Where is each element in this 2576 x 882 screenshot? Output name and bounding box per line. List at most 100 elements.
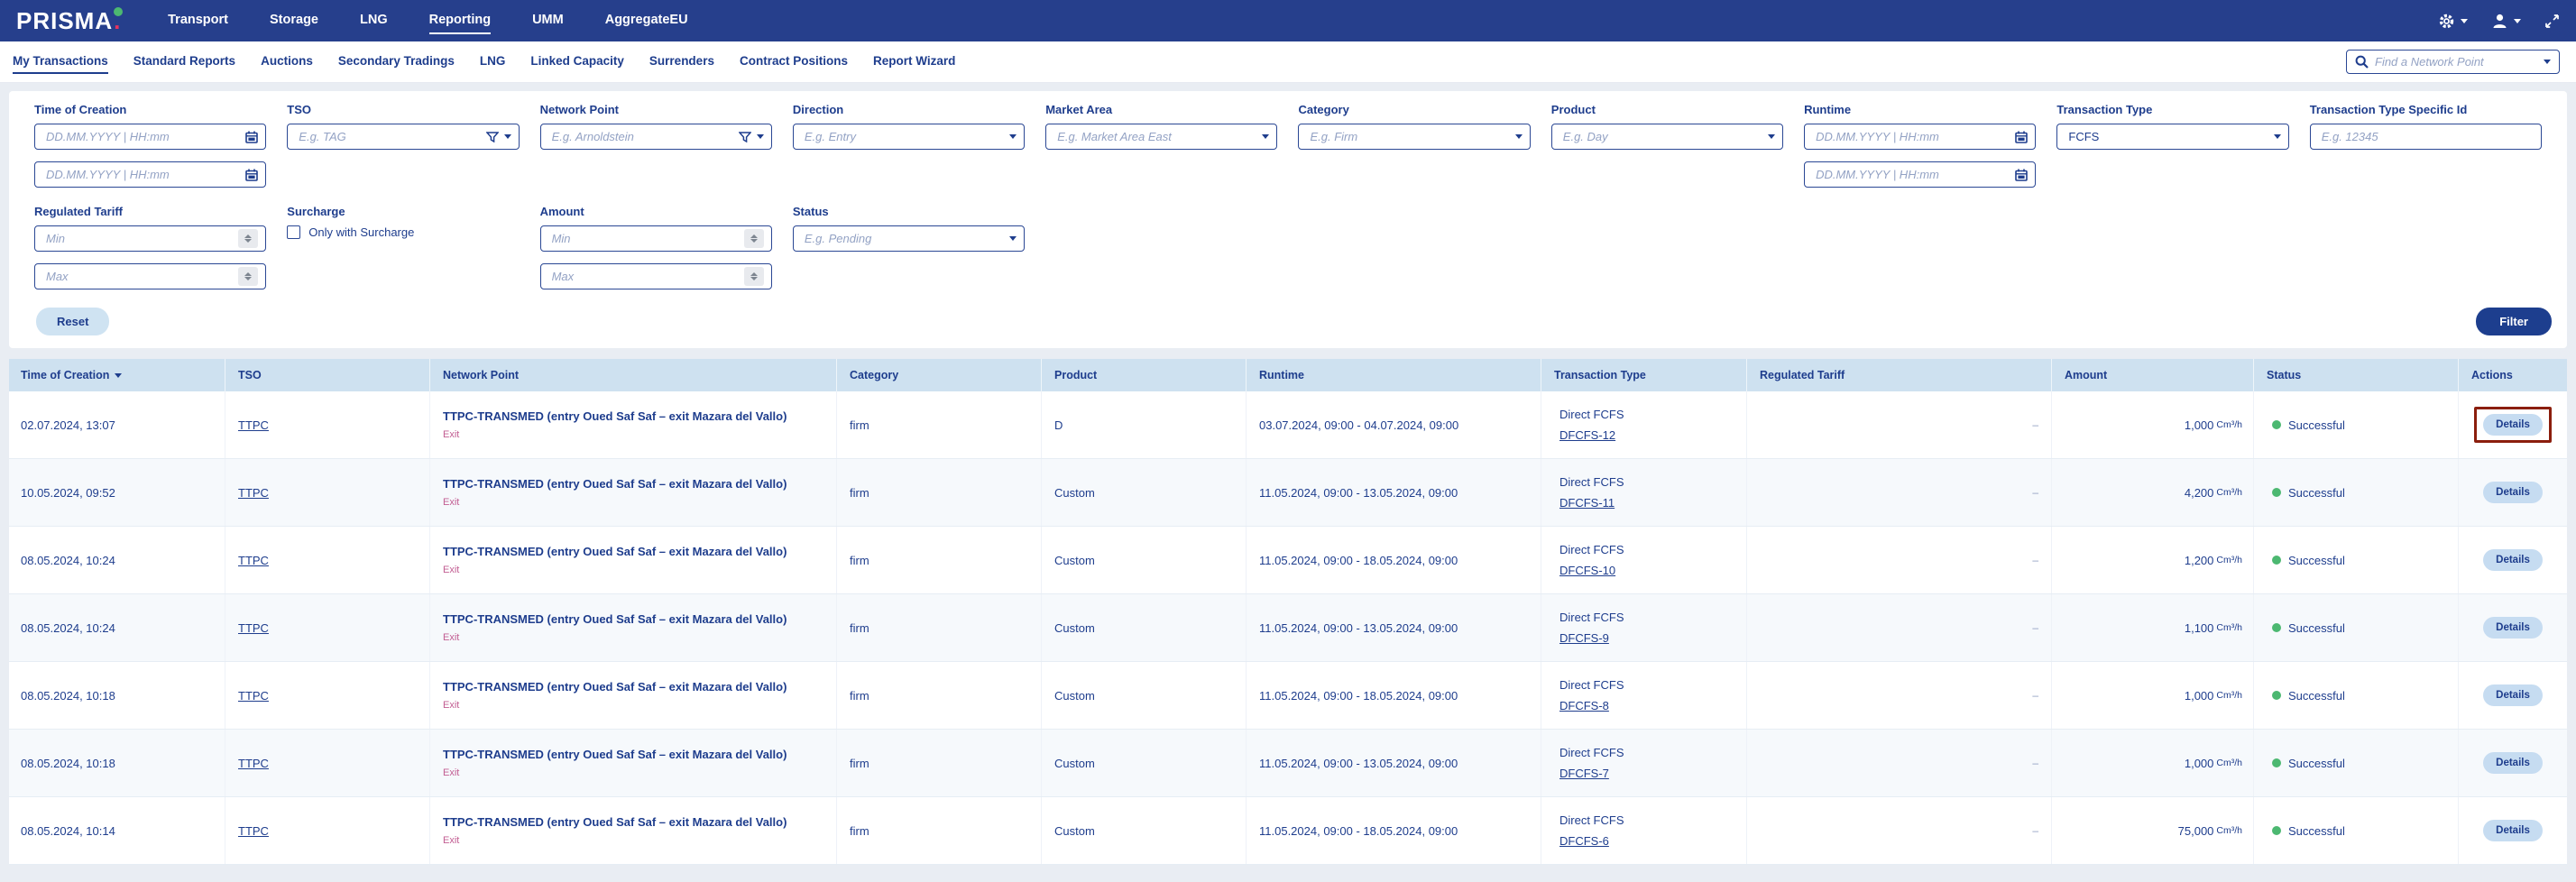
- time-of-creation-to-field[interactable]: [34, 161, 267, 188]
- transaction-id-link[interactable]: DFCFS-6: [1559, 834, 1609, 848]
- direction-select[interactable]: [792, 124, 1026, 150]
- search-input[interactable]: [2375, 55, 2537, 69]
- chevron-down-icon[interactable]: [1514, 134, 1523, 139]
- transaction-type-specific-id-field[interactable]: [2309, 124, 2542, 150]
- col-runtime[interactable]: Runtime: [1247, 359, 1541, 391]
- network-point-input[interactable]: [551, 130, 733, 143]
- chevron-down-icon[interactable]: [2544, 60, 2551, 64]
- subnav-linked-capacity[interactable]: Linked Capacity: [530, 50, 624, 74]
- reset-button[interactable]: Reset: [36, 308, 110, 335]
- number-stepper[interactable]: [238, 229, 259, 248]
- subnav-auctions[interactable]: Auctions: [261, 50, 313, 74]
- network-point-field[interactable]: [539, 124, 772, 150]
- top-nav-transport[interactable]: Transport: [168, 7, 228, 34]
- tso-link[interactable]: TTPC: [238, 486, 269, 500]
- market-area-select[interactable]: [1045, 124, 1278, 150]
- col-category[interactable]: Category: [837, 359, 1042, 391]
- top-nav-reporting[interactable]: Reporting: [428, 7, 492, 34]
- chevron-down-icon[interactable]: [1262, 134, 1270, 139]
- tso-link[interactable]: TTPC: [238, 418, 269, 432]
- transaction-id-link[interactable]: DFCFS-8: [1559, 699, 1609, 712]
- runtime-to-field[interactable]: [1804, 161, 2037, 188]
- tso-link[interactable]: TTPC: [238, 824, 269, 838]
- number-stepper[interactable]: [743, 229, 764, 248]
- col-regulated-tariff[interactable]: Regulated Tariff: [1747, 359, 2052, 391]
- transaction-type-select[interactable]: FCFS: [2056, 124, 2289, 150]
- tso-input[interactable]: [299, 130, 481, 143]
- col-status[interactable]: Status: [2254, 359, 2459, 391]
- details-button[interactable]: Details: [2483, 820, 2543, 841]
- number-stepper[interactable]: [238, 267, 259, 286]
- col-product[interactable]: Product: [1042, 359, 1247, 391]
- subnav-standard-reports[interactable]: Standard Reports: [133, 50, 235, 74]
- details-button[interactable]: Details: [2483, 752, 2543, 774]
- expand-icon[interactable]: [2544, 14, 2560, 29]
- transaction-id-link[interactable]: DFCFS-9: [1559, 631, 1609, 645]
- top-nav-storage[interactable]: Storage: [270, 7, 318, 34]
- chevron-down-icon[interactable]: [1768, 134, 1776, 139]
- product-select[interactable]: [1550, 124, 1784, 150]
- calendar-icon[interactable]: [245, 131, 259, 143]
- details-button[interactable]: Details: [2483, 414, 2543, 436]
- col-network-point[interactable]: Network Point: [430, 359, 837, 391]
- filter-button[interactable]: Filter: [2476, 308, 2552, 335]
- regulated-tariff-min-field[interactable]: [34, 225, 267, 252]
- transaction-id-link[interactable]: DFCFS-12: [1559, 428, 1615, 442]
- details-button[interactable]: Details: [2483, 684, 2543, 706]
- amount-max-field[interactable]: [539, 263, 772, 289]
- col-time-of-creation[interactable]: Time of Creation: [9, 359, 225, 391]
- funnel-icon[interactable]: [738, 131, 751, 142]
- subnav-my-transactions[interactable]: My Transactions: [13, 50, 108, 74]
- chevron-down-icon[interactable]: [1009, 236, 1017, 241]
- date-to-input[interactable]: [1816, 168, 2010, 181]
- chevron-down-icon[interactable]: [2273, 134, 2281, 139]
- top-nav-aggregateeu[interactable]: AggregateEU: [605, 7, 688, 34]
- network-point-search[interactable]: [2346, 50, 2560, 74]
- status-input[interactable]: [804, 232, 1005, 245]
- surcharge-checkbox[interactable]: [287, 225, 301, 239]
- subnav-secondary-tradings[interactable]: Secondary Tradings: [338, 50, 455, 74]
- col-transaction-type[interactable]: Transaction Type: [1541, 359, 1747, 391]
- min-input[interactable]: [551, 232, 739, 245]
- subnav-report-wizard[interactable]: Report Wizard: [873, 50, 955, 74]
- details-button[interactable]: Details: [2483, 549, 2543, 571]
- amount-min-field[interactable]: [539, 225, 772, 252]
- transaction-id-link[interactable]: DFCFS-11: [1559, 496, 1615, 510]
- calendar-icon[interactable]: [245, 169, 259, 181]
- user-menu[interactable]: [2491, 13, 2521, 30]
- direction-input[interactable]: [804, 130, 1005, 143]
- transaction-id-link[interactable]: DFCFS-10: [1559, 564, 1615, 577]
- min-input[interactable]: [46, 232, 234, 245]
- surcharge-checkbox-label[interactable]: Only with Surcharge: [308, 225, 414, 239]
- details-button[interactable]: Details: [2483, 482, 2543, 503]
- category-input[interactable]: [1310, 130, 1510, 143]
- col-amount[interactable]: Amount: [2052, 359, 2254, 391]
- max-input[interactable]: [46, 270, 234, 283]
- tso-link[interactable]: TTPC: [238, 757, 269, 770]
- regulated-tariff-max-field[interactable]: [34, 263, 267, 289]
- calendar-icon[interactable]: [2015, 169, 2029, 181]
- transaction-type-specific-id-input[interactable]: [2321, 130, 2534, 143]
- date-from-input[interactable]: [46, 130, 241, 143]
- tso-link[interactable]: TTPC: [238, 554, 269, 567]
- product-input[interactable]: [1562, 130, 1763, 143]
- subnav-contract-positions[interactable]: Contract Positions: [740, 50, 848, 74]
- details-button[interactable]: Details: [2483, 617, 2543, 639]
- chevron-down-icon[interactable]: [1009, 134, 1017, 139]
- subnav-lng[interactable]: LNG: [480, 50, 506, 74]
- number-stepper[interactable]: [743, 267, 764, 286]
- col-tso[interactable]: TSO: [225, 359, 430, 391]
- settings-menu[interactable]: [2438, 13, 2468, 30]
- subnav-surrenders[interactable]: Surrenders: [649, 50, 714, 74]
- prisma-logo[interactable]: PRISMA.: [16, 6, 124, 35]
- date-from-input[interactable]: [1816, 130, 2010, 143]
- calendar-icon[interactable]: [2015, 131, 2029, 143]
- top-nav-umm[interactable]: UMM: [532, 7, 564, 34]
- chevron-down-icon[interactable]: [756, 134, 764, 139]
- category-select[interactable]: [1298, 124, 1531, 150]
- tso-field[interactable]: [287, 124, 520, 150]
- funnel-icon[interactable]: [485, 131, 499, 142]
- status-select[interactable]: [792, 225, 1026, 252]
- tso-link[interactable]: TTPC: [238, 689, 269, 703]
- market-area-input[interactable]: [1057, 130, 1257, 143]
